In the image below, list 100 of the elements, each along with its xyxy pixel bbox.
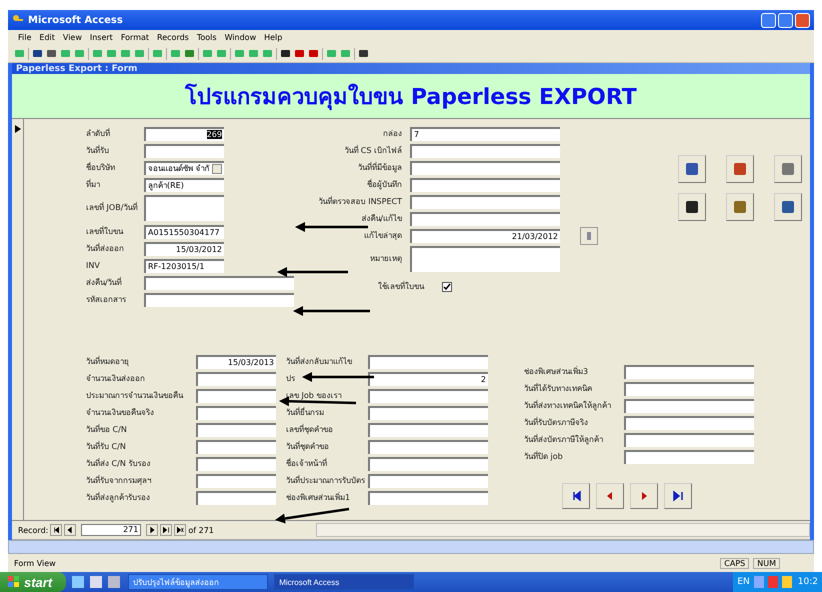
- text-field[interactable]: [144, 144, 224, 158]
- form-heading: โปรแกรมควบคุมใบขน Paperless EXPORT: [12, 74, 810, 119]
- menu-item[interactable]: Tools: [196, 33, 217, 42]
- menu-item[interactable]: Help: [264, 33, 282, 42]
- text-field[interactable]: 269: [144, 126, 224, 140]
- quick-launch-icons[interactable]: [72, 576, 122, 588]
- text-field[interactable]: 15/03/2013: [196, 354, 276, 368]
- text-field[interactable]: ลูกค้า(RE): [144, 178, 224, 192]
- pointer-arrow: [277, 267, 348, 277]
- text-field[interactable]: [196, 422, 276, 436]
- menu-item[interactable]: Window: [224, 33, 256, 42]
- text-field[interactable]: [368, 388, 488, 402]
- text-field[interactable]: [410, 212, 560, 226]
- trash-button[interactable]: [774, 155, 802, 183]
- text-field[interactable]: [624, 416, 754, 430]
- field-label: เลขที่ชุดคำขอ: [286, 424, 333, 434]
- text-field[interactable]: [144, 292, 294, 306]
- status-indicator: NUM: [753, 558, 780, 568]
- text-field[interactable]: [624, 364, 754, 378]
- first-record-button[interactable]: [562, 483, 590, 509]
- form-button[interactable]: [678, 155, 706, 183]
- brush-button[interactable]: [726, 155, 754, 183]
- first-record-button[interactable]: [50, 524, 62, 536]
- text-field[interactable]: [410, 194, 560, 208]
- text-field[interactable]: [410, 144, 560, 158]
- field-label: วันที่ส่ง C/N รับรอง: [86, 458, 150, 468]
- menu-item[interactable]: Edit: [39, 33, 55, 42]
- text-field[interactable]: [196, 388, 276, 402]
- text-field[interactable]: [368, 490, 488, 504]
- text-field[interactable]: [196, 456, 276, 470]
- taskbar-button[interactable]: Microsoft Access: [274, 574, 414, 590]
- text-field[interactable]: 7: [410, 126, 560, 140]
- close-button[interactable]: [795, 12, 810, 28]
- next-record-button[interactable]: [146, 524, 158, 536]
- text-field[interactable]: [196, 474, 276, 488]
- window-title: Microsoft Access: [28, 14, 123, 26]
- text-field[interactable]: A0151550304177: [144, 224, 224, 238]
- text-field[interactable]: [368, 456, 488, 470]
- last-icon: [672, 490, 684, 502]
- field-label: วันที่ตรวจสอบ INSPECT: [318, 196, 402, 206]
- undo-button[interactable]: [774, 193, 802, 221]
- binoculars-button[interactable]: [678, 193, 706, 221]
- field-label: ชื่อเจ้าหน้าที่: [286, 458, 327, 468]
- text-field[interactable]: [368, 474, 488, 488]
- last-record-button[interactable]: [664, 483, 692, 509]
- text-field[interactable]: [368, 406, 488, 420]
- text-field[interactable]: [624, 382, 754, 396]
- field-label: ส่งคืน/แก้ไข: [361, 214, 402, 224]
- text-field[interactable]: [196, 440, 276, 454]
- language-indicator[interactable]: EN: [737, 577, 750, 587]
- text-field[interactable]: [624, 398, 754, 412]
- last-icon: [162, 526, 170, 534]
- restore-button[interactable]: [778, 12, 793, 28]
- text-field[interactable]: [368, 354, 488, 368]
- text-field[interactable]: [410, 178, 560, 192]
- text-field[interactable]: [624, 432, 754, 446]
- calendar-button[interactable]: [580, 226, 598, 244]
- text-field[interactable]: [196, 490, 276, 504]
- menu-item[interactable]: Format: [120, 33, 150, 42]
- menu-item[interactable]: Records: [157, 33, 189, 42]
- last-record-button[interactable]: [160, 524, 172, 536]
- text-field[interactable]: [196, 406, 276, 420]
- text-field[interactable]: [410, 160, 560, 174]
- record-selector[interactable]: [12, 119, 24, 520]
- text-field[interactable]: [144, 195, 224, 221]
- text-field[interactable]: 2: [368, 372, 488, 386]
- text-field[interactable]: [196, 372, 276, 386]
- menu-item[interactable]: File: [18, 33, 32, 42]
- tray-icons[interactable]: [754, 576, 794, 588]
- checkbox[interactable]: [442, 282, 452, 292]
- record-number-field[interactable]: 271: [81, 524, 142, 536]
- field-label: เลขที่ JOB/วันที่: [86, 203, 138, 213]
- field-label: เลข Job ของเรา: [286, 390, 342, 400]
- pointer-arrow: [302, 372, 374, 382]
- field-label: วันที่ส่งบัตรภาษีให้ลูกค้า: [524, 434, 603, 444]
- taskbar-button[interactable]: ปรับปรุงไฟล์ข้อมูลส่งออก: [128, 574, 268, 590]
- previous-record-button[interactable]: [64, 524, 76, 536]
- menu-item[interactable]: Insert: [90, 33, 113, 42]
- field-label: วันที่ส่งออก: [86, 244, 124, 254]
- company-combo[interactable]: จอนแอนด์ซัพ จำกั: [144, 160, 224, 174]
- field-label: เลขที่ใบขน: [86, 226, 123, 236]
- horizontal-scrollbar[interactable]: [316, 523, 810, 537]
- text-field[interactable]: [624, 450, 754, 464]
- horizontal-scrollbar[interactable]: [8, 540, 814, 554]
- field-label: จำนวนเงินส่งออก: [86, 374, 145, 384]
- checkbox-label: ใช้เลขที่ใบขน: [378, 282, 424, 292]
- new-record-button[interactable]: [174, 524, 186, 536]
- text-field[interactable]: [368, 440, 488, 454]
- record-count: of 271: [188, 526, 214, 534]
- text-field[interactable]: RF-1203015/1: [144, 258, 224, 272]
- menu-item[interactable]: View: [62, 33, 82, 42]
- text-field[interactable]: [368, 422, 488, 436]
- start-button[interactable]: start: [0, 572, 66, 592]
- field-label: ช่องพิเศษส่วนเพิ่ม3: [524, 366, 588, 376]
- text-field[interactable]: [410, 246, 560, 272]
- text-field[interactable]: 21/03/2012: [410, 228, 560, 242]
- text-field[interactable]: [144, 276, 294, 290]
- minimize-button[interactable]: [761, 12, 776, 28]
- sheet-button[interactable]: [726, 193, 754, 221]
- text-field[interactable]: 15/03/2012: [144, 242, 224, 256]
